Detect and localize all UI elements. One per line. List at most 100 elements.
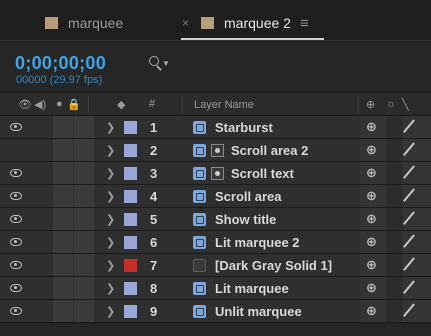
label-color-swatch[interactable] <box>124 190 137 203</box>
solo-switch[interactable] <box>53 231 73 253</box>
layer-row[interactable]: ❯ 6 Lit marquee 2 ⊕ <box>0 231 431 254</box>
tab-bar: marquee × marquee 2 ≡ <box>0 0 431 40</box>
lock-switch[interactable] <box>74 162 94 184</box>
lock-switch[interactable] <box>74 254 94 276</box>
layer-column-header: 👁 ◀) ● 🔒 ◆ # Layer Name ⊕ ☼ ╲ <box>0 92 431 116</box>
layer-name[interactable]: Show title <box>215 212 276 227</box>
shy-switch-icon[interactable]: ⊕ <box>366 211 377 227</box>
visibility-eye-icon[interactable] <box>10 238 22 246</box>
chevron-right-icon[interactable]: ❯ <box>106 121 115 134</box>
shy-switch-icon[interactable]: ⊕ <box>366 188 377 204</box>
label-color-swatch[interactable] <box>124 259 137 272</box>
lock-switch[interactable] <box>74 277 94 299</box>
label-color-swatch[interactable] <box>124 144 137 157</box>
av-switch-cell <box>0 300 52 322</box>
visibility-eye-icon[interactable] <box>10 123 22 131</box>
layer-name[interactable]: [Dark Gray Solid 1] <box>215 258 332 273</box>
solo-switch[interactable] <box>53 277 73 299</box>
shy-switch-icon[interactable]: ⊕ <box>366 165 377 181</box>
layer-name[interactable]: Scroll area 2 <box>231 143 308 158</box>
precomp-icon <box>193 305 206 318</box>
label-color-swatch[interactable] <box>124 167 137 180</box>
collapse-transform-icon[interactable]: ☼ <box>386 98 396 110</box>
layer-name[interactable]: Lit marquee 2 <box>215 235 300 250</box>
switch-cell <box>387 300 402 322</box>
layer-row[interactable]: ❯ 8 Lit marquee ⊕ <box>0 277 431 300</box>
layer-row[interactable]: ❯ 9 Unlit marquee ⊕ <box>0 300 431 323</box>
chevron-right-icon[interactable]: ❯ <box>106 305 115 318</box>
solo-switch[interactable] <box>53 185 73 207</box>
layer-row[interactable]: ❯ 4 Scroll area ⊕ <box>0 185 431 208</box>
video-eye-icon[interactable]: 👁 <box>18 98 32 111</box>
lock-switch[interactable] <box>74 116 94 138</box>
solo-switch[interactable] <box>53 300 73 322</box>
chevron-right-icon[interactable]: ❯ <box>106 259 115 272</box>
layer-name[interactable]: Starburst <box>215 120 273 135</box>
switch-cell <box>387 254 402 276</box>
visibility-eye-icon[interactable] <box>10 284 22 292</box>
shy-switch-icon[interactable]: ⊕ <box>366 303 377 319</box>
tab-marquee[interactable]: marquee <box>45 10 123 36</box>
label-tag-icon[interactable]: ◆ <box>117 98 125 111</box>
shy-switch-icon[interactable]: ⊕ <box>366 280 377 296</box>
chevron-right-icon[interactable]: ❯ <box>106 213 115 226</box>
layer-name[interactable]: Unlit marquee <box>215 304 302 319</box>
lock-switch[interactable] <box>74 231 94 253</box>
visibility-eye-icon[interactable] <box>10 169 22 177</box>
layer-name[interactable]: Lit marquee <box>215 281 289 296</box>
solo-switch[interactable] <box>53 116 73 138</box>
lock-switch[interactable] <box>74 185 94 207</box>
quality-icon[interactable]: ╲ <box>402 98 409 111</box>
solo-switch[interactable] <box>53 254 73 276</box>
switch-cell <box>387 277 402 299</box>
visibility-eye-icon[interactable] <box>10 192 22 200</box>
precomp-icon <box>193 213 206 226</box>
visibility-eye-icon[interactable] <box>10 215 22 223</box>
panel-menu-icon[interactable]: ≡ <box>300 15 309 32</box>
switch-cell <box>387 208 402 230</box>
shy-switch-icon[interactable]: ⊕ <box>366 119 377 135</box>
shy-switch-icon[interactable]: ⊕ <box>366 142 377 158</box>
solo-switch[interactable] <box>53 208 73 230</box>
audio-speaker-icon[interactable]: ◀) <box>34 98 46 111</box>
chevron-right-icon[interactable]: ❯ <box>106 282 115 295</box>
label-color-swatch[interactable] <box>124 305 137 318</box>
layer-row[interactable]: ❯ 3 Scroll text ⊕ <box>0 162 431 185</box>
current-time-display[interactable]: 0;00;00;00 <box>15 53 106 74</box>
chevron-right-icon[interactable]: ❯ <box>106 190 115 203</box>
lock-switch[interactable] <box>74 208 94 230</box>
av-switch-cell <box>0 116 52 138</box>
close-icon[interactable]: × <box>182 16 189 30</box>
chevron-right-icon[interactable]: ❯ <box>106 167 115 180</box>
layer-row[interactable]: ❯ 2 Scroll area 2 ⊕ <box>0 139 431 162</box>
layer-row[interactable]: ❯ 5 Show title ⊕ <box>0 208 431 231</box>
label-color-swatch[interactable] <box>124 121 137 134</box>
av-switch-cell <box>0 254 52 276</box>
composition-icon <box>201 17 215 29</box>
precomp-icon <box>193 167 206 180</box>
chevron-right-icon[interactable]: ❯ <box>106 144 115 157</box>
shy-switch-icon[interactable]: ⊕ <box>366 257 377 273</box>
lock-switch[interactable] <box>74 139 94 161</box>
tab-marquee-2[interactable]: × marquee 2 ≡ <box>182 10 309 36</box>
solo-switch[interactable] <box>53 139 73 161</box>
search-icon[interactable]: ▼ <box>149 56 170 74</box>
chevron-right-icon[interactable]: ❯ <box>106 236 115 249</box>
visibility-eye-icon[interactable] <box>10 307 22 315</box>
solo-switch[interactable] <box>53 162 73 184</box>
header-layer-name[interactable]: Layer Name <box>194 99 254 111</box>
layer-number: 7 <box>150 258 158 273</box>
layer-name[interactable]: Scroll area <box>215 189 282 204</box>
label-color-swatch[interactable] <box>124 213 137 226</box>
layer-row[interactable]: ❯ 1 Starburst ⊕ <box>0 116 431 139</box>
lock-icon[interactable]: 🔒 <box>67 98 81 111</box>
solo-dot-icon[interactable]: ● <box>56 98 63 110</box>
lock-switch[interactable] <box>74 300 94 322</box>
label-color-swatch[interactable] <box>124 282 137 295</box>
shy-switch-icon[interactable]: ⊕ <box>366 234 377 250</box>
layer-row[interactable]: ❯ 7 [Dark Gray Solid 1] ⊕ <box>0 254 431 277</box>
shy-icon[interactable]: ⊕ <box>366 98 375 111</box>
label-color-swatch[interactable] <box>124 236 137 249</box>
layer-name[interactable]: Scroll text <box>231 166 294 181</box>
visibility-eye-icon[interactable] <box>10 261 22 269</box>
